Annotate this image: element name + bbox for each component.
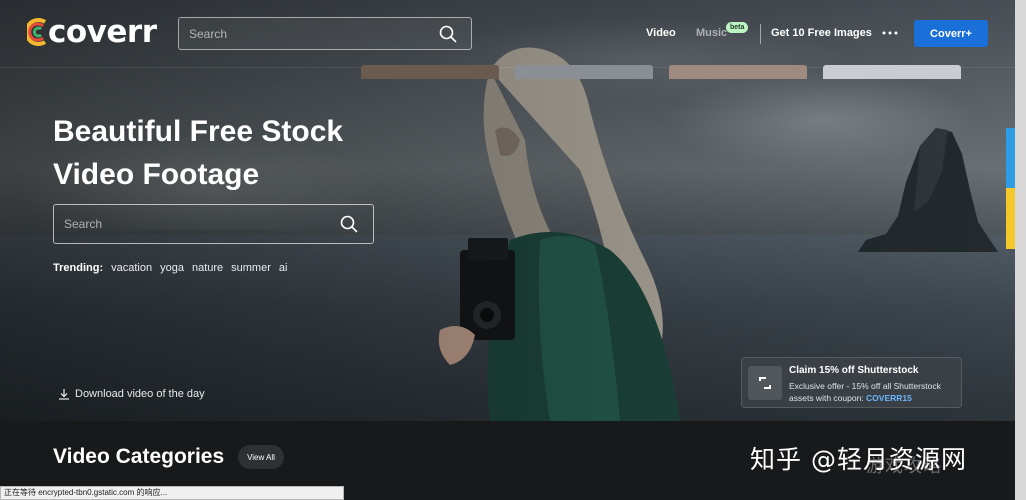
section-title: Video Categories xyxy=(53,445,225,468)
nav-link-free-images[interactable]: Get 10 Free Images xyxy=(771,27,872,39)
trending-label: Trending: xyxy=(53,262,104,274)
logo-wordmark: coverr xyxy=(48,14,157,50)
trending-tag[interactable]: summer xyxy=(231,262,271,274)
nav-search-box xyxy=(178,17,472,50)
category-thumbnail[interactable] xyxy=(669,65,807,79)
coverr-logo[interactable]: coverr xyxy=(27,14,157,50)
category-thumbnail[interactable] xyxy=(823,65,961,79)
view-all-button[interactable]: View All xyxy=(238,445,284,469)
coupon-code: COVERR15 xyxy=(866,393,912,403)
promo-description: Exclusive offer - 15% off all Shuttersto… xyxy=(789,380,961,404)
nav-link-video[interactable]: Video xyxy=(646,27,676,39)
page-scrollbar[interactable] xyxy=(1015,0,1026,500)
trending-tag[interactable]: vacation xyxy=(111,262,152,274)
coverr-plus-button[interactable]: Coverr+ xyxy=(914,20,988,47)
watermark-overlay-text: 游戏攻略 xyxy=(866,456,942,477)
search-icon[interactable] xyxy=(439,25,457,43)
trending-searches: Trending: vacation yoga nature summer ai xyxy=(53,262,287,274)
trending-tag[interactable]: ai xyxy=(279,262,288,274)
shutterstock-promo-card[interactable]: Claim 15% off Shutterstock Exclusive off… xyxy=(741,357,962,408)
nav-search-input[interactable] xyxy=(189,18,429,49)
browser-status-bar: 正在等待 encrypted-tbn0.gstatic.com 的响应... xyxy=(0,486,344,500)
nav-divider xyxy=(760,24,761,44)
hero-title-line-2: Video Footage xyxy=(53,158,260,191)
search-icon[interactable] xyxy=(340,215,358,233)
category-thumbnail[interactable] xyxy=(515,65,653,79)
top-navigation: coverr Video Music beta Get 10 Free Imag… xyxy=(0,0,1015,68)
nav-link-music[interactable]: Music xyxy=(696,27,727,39)
download-icon xyxy=(59,389,69,400)
hero-title-line-1: Beautiful Free Stock xyxy=(53,115,344,148)
side-tab-blue[interactable] xyxy=(1006,128,1015,188)
hero-search-box xyxy=(53,204,374,244)
more-options-icon[interactable] xyxy=(882,30,898,36)
hero-search-input[interactable] xyxy=(64,205,334,243)
trending-tag[interactable]: yoga xyxy=(160,262,184,274)
promo-description-text: Exclusive offer - 15% off all Shuttersto… xyxy=(789,381,941,403)
promo-title: Claim 15% off Shutterstock xyxy=(789,365,919,376)
hero-title: Beautiful Free Stock Video Footage xyxy=(53,110,413,196)
download-video-of-day-link[interactable]: Download video of the day xyxy=(58,388,205,400)
category-thumbnail[interactable] xyxy=(361,65,499,79)
trending-tag[interactable]: nature xyxy=(192,262,223,274)
download-label: Download video of the day xyxy=(75,388,205,400)
shutterstock-logo-icon xyxy=(748,366,782,400)
beta-badge: beta xyxy=(726,22,749,33)
logo-mark-icon xyxy=(27,18,47,46)
side-tab-yellow[interactable] xyxy=(1006,188,1015,249)
